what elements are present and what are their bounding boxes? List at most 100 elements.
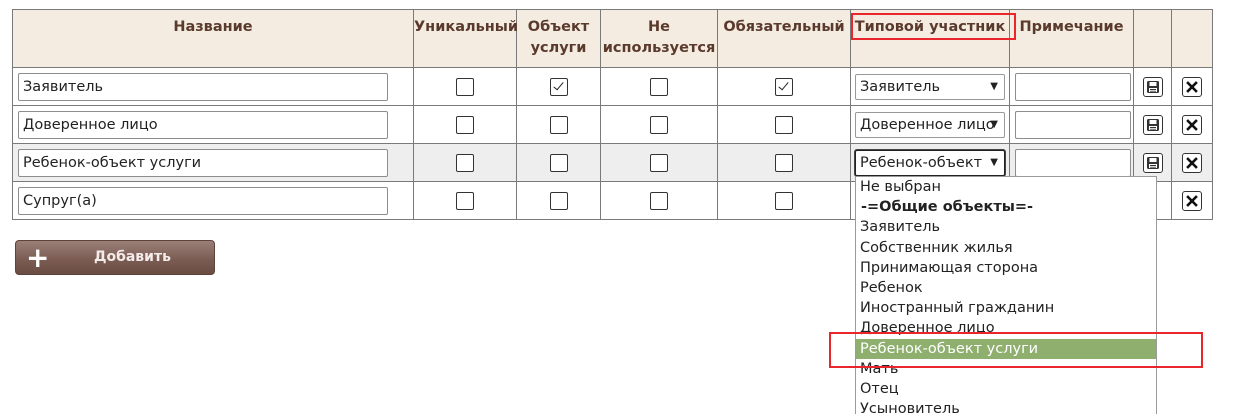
delete-cell	[1171, 181, 1213, 220]
typical-participant-cell: Заявитель ▼	[850, 67, 1010, 106]
unique-cell	[413, 181, 517, 220]
required-cell	[717, 181, 851, 220]
typical-participant-value: Ребенок-объект	[860, 154, 983, 171]
dropdown-option[interactable]: Не выбран	[856, 177, 1156, 197]
close-icon[interactable]	[1182, 190, 1202, 211]
typical-participant-select[interactable]: Ребенок-объект ▼	[855, 149, 1005, 176]
add-button[interactable]: + Добавить	[15, 240, 215, 275]
required-checkbox[interactable]	[775, 78, 793, 97]
name-cell: Ребенок-объект услуги	[12, 143, 414, 182]
unused-checkbox[interactable]	[650, 116, 668, 135]
unique-checkbox[interactable]	[456, 192, 474, 211]
name-cell: Доверенное лицо	[12, 105, 414, 144]
chevron-down-icon: ▼	[990, 80, 998, 92]
service-object-cell	[516, 105, 601, 144]
floppy-disk-icon[interactable]	[1142, 76, 1163, 97]
typical-participant-value: Доверенное лицо	[860, 116, 995, 133]
participant-name-input[interactable]: Супруг(а)	[18, 186, 388, 215]
dropdown-option[interactable]: Заявитель	[856, 217, 1156, 237]
typical-participant-cell: Доверенное лицо ▼	[850, 105, 1010, 144]
service-object-cell	[516, 181, 601, 220]
header-service-object-line2: услуги	[530, 40, 587, 56]
header-delete	[1171, 9, 1213, 68]
note-cell	[1009, 67, 1134, 106]
header-service-object: Объект услуги	[516, 9, 601, 68]
note-input[interactable]	[1015, 72, 1131, 101]
dropdown-option[interactable]: Ребенок	[856, 278, 1156, 298]
dropdown-option[interactable]: Мать	[856, 359, 1156, 379]
header-unused: Не используется	[600, 9, 718, 68]
delete-cell	[1171, 105, 1213, 144]
note-cell	[1009, 105, 1134, 144]
typical-participant-dropdown-list[interactable]: Не выбран -=Общие объекты=- Заявитель Собст…	[855, 176, 1157, 414]
required-cell	[717, 143, 851, 182]
dropdown-option[interactable]: Усыновитель	[856, 399, 1156, 414]
floppy-disk-icon[interactable]	[1142, 114, 1163, 135]
header-unused-line1: Не	[648, 19, 670, 35]
participant-name-input[interactable]: Заявитель	[18, 72, 388, 101]
unique-cell	[413, 67, 517, 106]
participant-name-input[interactable]: Ребенок-объект услуги	[18, 148, 388, 177]
delete-cell	[1171, 143, 1213, 182]
header-save	[1133, 9, 1172, 68]
service-object-checkbox[interactable]	[549, 192, 568, 211]
header-required: Обязательный	[717, 9, 851, 68]
delete-cell	[1171, 67, 1213, 106]
name-cell: Супруг(а)	[12, 181, 414, 220]
unique-cell	[413, 105, 517, 144]
dropdown-option[interactable]: Ребенок-объект услуги	[856, 338, 1156, 359]
unique-checkbox[interactable]	[456, 154, 474, 173]
floppy-disk-icon[interactable]	[1142, 152, 1163, 173]
dropdown-option[interactable]: Принимающая сторона	[856, 258, 1156, 278]
close-icon[interactable]	[1182, 76, 1202, 97]
unused-cell	[600, 105, 718, 144]
unique-cell	[413, 143, 517, 182]
dropdown-option[interactable]: Собственник жилья	[856, 238, 1156, 258]
service-object-cell	[516, 67, 601, 106]
dropdown-option[interactable]: Отец	[856, 379, 1156, 399]
service-object-cell	[516, 143, 601, 182]
required-cell	[717, 67, 851, 106]
unused-cell	[600, 67, 718, 106]
required-checkbox[interactable]	[775, 154, 793, 173]
participants-editor: Название Уникальный Объект услуги Не испол…	[0, 0, 1256, 414]
table-header-row: Название Уникальный Объект услуги Не испол…	[12, 9, 1213, 68]
typical-participant-select[interactable]: Заявитель ▼	[855, 73, 1005, 100]
dropdown-option[interactable]: Доверенное лицо	[856, 318, 1156, 338]
close-icon[interactable]	[1182, 114, 1202, 135]
unused-checkbox[interactable]	[650, 192, 668, 211]
save-cell	[1133, 105, 1172, 144]
dropdown-option: -=Общие объекты=-	[861, 199, 1034, 216]
unique-checkbox[interactable]	[456, 78, 474, 97]
unused-checkbox[interactable]	[650, 78, 668, 97]
service-object-checkbox[interactable]	[549, 154, 568, 173]
note-input[interactable]	[1015, 148, 1131, 177]
note-input[interactable]	[1015, 110, 1131, 139]
chevron-down-icon: ▼	[990, 118, 998, 130]
header-note: Примечание	[1009, 9, 1134, 68]
unique-checkbox[interactable]	[456, 116, 474, 135]
add-button-label: Добавить	[94, 249, 171, 265]
header-name: Название	[12, 9, 414, 68]
name-cell: Заявитель	[12, 67, 414, 106]
participant-name-input[interactable]: Доверенное лицо	[18, 110, 388, 139]
close-icon[interactable]	[1182, 152, 1202, 173]
plus-icon: +	[26, 241, 50, 274]
unused-checkbox[interactable]	[650, 154, 668, 173]
unused-cell	[600, 181, 718, 220]
table-row: Доверенное лицо Доверенное лицо ▼	[12, 105, 1213, 144]
required-checkbox[interactable]	[775, 192, 793, 211]
table-row: Заявитель Заявитель ▼	[12, 67, 1213, 106]
unused-cell	[600, 143, 718, 182]
service-object-checkbox[interactable]	[549, 78, 568, 97]
header-unused-line2: используется	[602, 40, 716, 56]
required-checkbox[interactable]	[775, 116, 793, 135]
typical-participant-select[interactable]: Доверенное лицо ▼	[855, 111, 1005, 138]
header-typical-participant: Типовой участник	[850, 9, 1010, 68]
typical-participant-value: Заявитель	[860, 78, 941, 95]
required-cell	[717, 105, 851, 144]
chevron-down-icon: ▼	[990, 156, 998, 168]
dropdown-option[interactable]: Иностранный гражданин	[856, 298, 1156, 318]
header-service-object-line1: Объект	[527, 19, 590, 35]
service-object-checkbox[interactable]	[549, 116, 568, 135]
